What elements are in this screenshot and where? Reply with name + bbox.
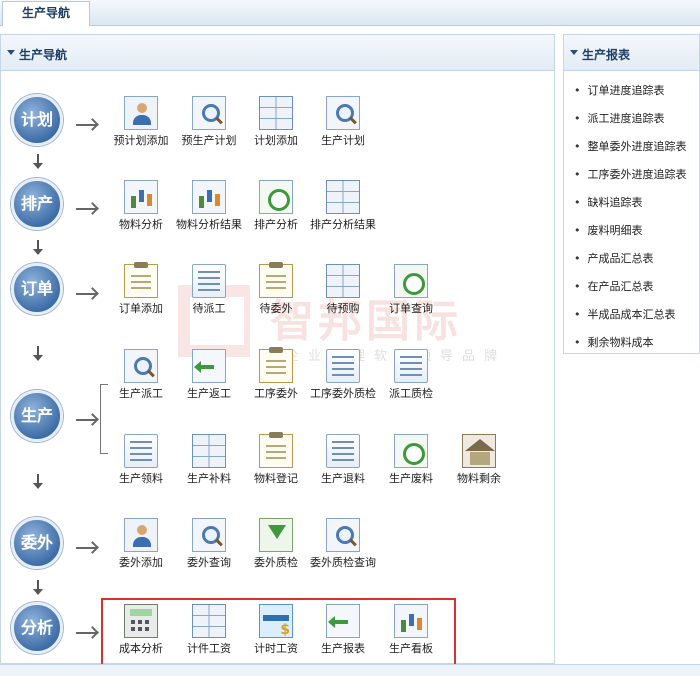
flow-right-arrow-icon	[76, 293, 96, 295]
stage-analysis[interactable]: 分析	[11, 602, 63, 654]
module-material-supplement[interactable]: 生产补料	[176, 434, 242, 485]
shield-check-icon	[394, 349, 428, 383]
module-process-outsource-qc[interactable]: 工序委外质检	[310, 349, 376, 400]
collapse-triangle-icon[interactable]	[570, 50, 578, 55]
report-link[interactable]: 产成品汇总表	[564, 245, 699, 273]
stage-schedule[interactable]: 排产	[11, 178, 63, 230]
dispatch-list-icon	[192, 264, 226, 298]
module-outsource-add[interactable]: 委外添加	[108, 518, 174, 569]
module-production-plan[interactable]: 生产计划	[310, 96, 376, 147]
folder-search-icon	[326, 518, 360, 552]
grid-chart-icon	[326, 180, 360, 214]
production-bracket	[100, 384, 108, 454]
nav-panel-header: 生产导航	[1, 35, 554, 71]
production-report-panel: 生产报表 订单进度追踪表 派工进度追踪表 整单委外进度追踪表 工序委外进度追踪表…	[563, 34, 700, 354]
module-material-register[interactable]: 物料登记	[243, 432, 309, 485]
module-schedule-analysis[interactable]: 排产分析	[243, 180, 309, 231]
flow-down-arrow-icon	[33, 474, 43, 489]
flow-down-arrow-icon	[33, 580, 43, 595]
module-production-scrap[interactable]: 生产废料	[378, 434, 444, 485]
recycle-icon	[394, 434, 428, 468]
report-panel-title: 生产报表	[582, 48, 631, 62]
report-list: 订单进度追踪表 派工进度追踪表 整单委外进度追踪表 工序委外进度追踪表 缺料追踪…	[564, 71, 699, 357]
report-link[interactable]: 剩余物料成本	[564, 329, 699, 357]
nav-panel-title: 生产导航	[19, 48, 68, 62]
report-link[interactable]: 派工进度追踪表	[564, 105, 699, 133]
module-pre-production-plan[interactable]: 预生产计划	[176, 96, 242, 147]
module-process-outsource[interactable]: 工序委外	[243, 347, 309, 400]
warehouse-icon	[462, 434, 496, 468]
report-link[interactable]: 整单委外进度追踪表	[564, 133, 699, 161]
magnifier-doc-icon	[326, 96, 360, 130]
return-arrow-icon	[192, 349, 226, 383]
module-pending-outsource[interactable]: 待委外	[243, 262, 309, 315]
module-schedule-analysis-result[interactable]: 排产分析结果	[310, 180, 376, 231]
module-material-remaining[interactable]: 物料剩余	[446, 434, 512, 485]
bottom-border	[0, 664, 700, 676]
collapse-triangle-icon[interactable]	[7, 50, 15, 55]
module-outsource-qc-query[interactable]: 委外质检查询	[310, 518, 376, 569]
search-doc-icon	[124, 349, 158, 383]
module-pending-purchase[interactable]: 待预购	[310, 264, 376, 315]
stage-order[interactable]: 订单	[11, 263, 63, 315]
report-link[interactable]: 工序委外进度追踪表	[564, 161, 699, 189]
clipboard-person-icon	[259, 262, 293, 298]
person-card-icon	[124, 518, 158, 552]
clipboard-icon	[124, 262, 158, 298]
flow-down-arrow-icon	[33, 154, 43, 169]
clipboard-check-icon	[259, 432, 293, 468]
module-material-analysis-result[interactable]: 物料分析结果	[176, 180, 242, 231]
module-outsource-query[interactable]: 委外查询	[176, 518, 242, 569]
magnifier-icon	[192, 518, 226, 552]
module-production-rework[interactable]: 生产返工	[176, 349, 242, 400]
module-pending-dispatch[interactable]: 待派工	[176, 264, 242, 315]
download-tray-icon	[259, 518, 293, 552]
add-sheet-icon	[259, 96, 293, 130]
report-link[interactable]: 订单进度追踪表	[564, 77, 699, 105]
module-outsource-qc[interactable]: 委外质检	[243, 518, 309, 569]
form-person-icon	[124, 96, 158, 130]
analysis-highlight-box	[101, 598, 456, 666]
stage-production[interactable]: 生产	[11, 390, 63, 442]
module-plan-add[interactable]: 计划添加	[243, 96, 309, 147]
clock-search-icon	[394, 264, 428, 298]
module-order-query[interactable]: 订单查询	[378, 264, 444, 315]
top-tab-bar: 生产导航	[0, 0, 700, 26]
report-panel-header: 生产报表	[564, 35, 699, 71]
module-pre-plan-add[interactable]: 预计划添加	[108, 96, 174, 147]
flow-down-arrow-icon	[33, 346, 43, 361]
report-link[interactable]: 缺料追踪表	[564, 189, 699, 217]
transfer-icon	[192, 434, 226, 468]
report-link[interactable]: 半成品成本汇总表	[564, 301, 699, 329]
xls-sheet-icon	[326, 264, 360, 298]
flow-right-arrow-icon	[76, 632, 96, 634]
flow-right-arrow-icon	[76, 124, 96, 126]
report-link[interactable]: 在产品汇总表	[564, 273, 699, 301]
report-link[interactable]: 废料明细表	[564, 217, 699, 245]
module-material-requisition[interactable]: 生产领料	[108, 434, 174, 485]
clock-check-icon	[259, 180, 293, 214]
doc-stamp-icon	[326, 349, 360, 383]
flow-down-arrow-icon	[33, 240, 43, 255]
flow-right-arrow-icon	[76, 208, 96, 210]
module-dispatch-qc[interactable]: 派工质检	[378, 349, 444, 400]
pencil-icon	[124, 434, 158, 468]
upload-doc-icon	[326, 434, 360, 468]
module-production-dispatch[interactable]: 生产派工	[108, 349, 174, 400]
bar-chart-icon	[124, 180, 158, 214]
chart-result-icon	[192, 180, 226, 214]
flow-right-arrow-icon	[76, 419, 96, 421]
clipboard-icon	[259, 347, 293, 383]
stage-outsource[interactable]: 委外	[11, 517, 63, 569]
search-window-icon	[192, 96, 226, 130]
tab-production-nav[interactable]: 生产导航	[2, 1, 90, 26]
stage-plan[interactable]: 计划	[11, 94, 63, 146]
module-material-analysis[interactable]: 物料分析	[108, 180, 174, 231]
module-order-add[interactable]: 订单添加	[108, 262, 174, 315]
flow-right-arrow-icon	[76, 547, 96, 549]
module-material-return[interactable]: 生产退料	[310, 434, 376, 485]
